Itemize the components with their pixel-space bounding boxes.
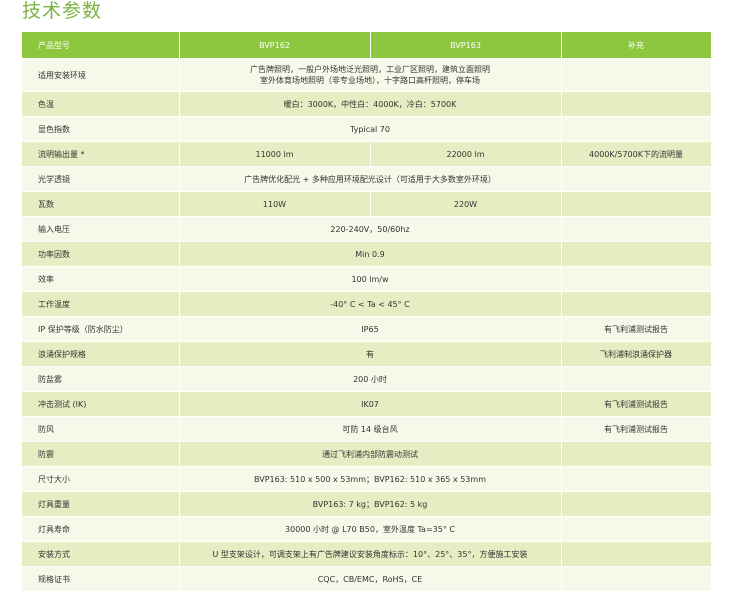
- row-value-bvp163: 22000 lm: [370, 141, 562, 167]
- row-value-bvp162: 11000 lm: [179, 141, 371, 167]
- table-row: 适用安装环境 广告牌照明，一般户外场地泛光照明，工业厂区照明，建筑立面照明 室外体…: [22, 58, 712, 92]
- header-bvp162: BVP162: [179, 32, 371, 59]
- row-note: 有飞利浦测试报告: [561, 391, 712, 417]
- table-row: IP 保护等级（防水防尘） IP65 有飞利浦测试报告: [22, 316, 712, 342]
- table-row: 尺寸大小 BVP163: 510 x 500 x 53mm；BVP162: 510…: [22, 466, 712, 492]
- row-note: 有飞利浦测试报告: [561, 416, 712, 442]
- row-value: IP65: [179, 316, 562, 342]
- table-row: 灯具重量 BVP163: 7 kg；BVP162: 5 kg: [22, 491, 712, 517]
- table-row: 输入电压 220-240V，50/60hz: [22, 216, 712, 242]
- table-row: 防风 可防 14 级台风 有飞利浦测试报告: [22, 416, 712, 442]
- row-label: 安装方式: [22, 541, 180, 567]
- row-note: [561, 566, 712, 592]
- row-label: IP 保护等级（防水防尘）: [22, 316, 180, 342]
- row-value: IK07: [179, 391, 562, 417]
- row-note: 有飞利浦测试报告: [561, 316, 712, 342]
- row-label: 防风: [22, 416, 180, 442]
- row-label: 色温: [22, 91, 180, 117]
- row-label: 流明输出量 *: [22, 141, 180, 167]
- row-note: [561, 91, 712, 117]
- row-value: CQC，CB/EMC，RoHS，CE: [179, 566, 562, 592]
- table-row: 工作温度 -40° C < Ta < 45° C: [22, 291, 712, 317]
- row-value: 暖白：3000K，中性白：4000K，冷白：5700K: [179, 91, 562, 117]
- row-value: U 型支架设计，可调支架上有广告牌建议安装角度标示：10°、25°、35°，方便…: [179, 541, 562, 567]
- row-value: BVP163: 7 kg；BVP162: 5 kg: [179, 491, 562, 517]
- row-label: 灯具寿命: [22, 516, 180, 542]
- table-row: 冲击测试 (IK) IK07 有飞利浦测试报告: [22, 391, 712, 417]
- header-bvp163: BVP163: [370, 32, 562, 59]
- row-label: 防震: [22, 441, 180, 467]
- row-note: [561, 166, 712, 192]
- header-model: 产品型号: [22, 32, 180, 59]
- row-note: [561, 491, 712, 517]
- row-label: 输入电压: [22, 216, 180, 242]
- row-label: 瓦数: [22, 191, 180, 217]
- table-row: 显色指数 Typical 70: [22, 116, 712, 142]
- row-label: 冲击测试 (IK): [22, 391, 180, 417]
- row-note: [561, 116, 712, 142]
- row-value: 30000 小时 @ L70 B50，室外温度 Ta=35° C: [179, 516, 562, 542]
- row-note: [561, 366, 712, 392]
- row-note: 飞利浦制浪涌保护器: [561, 341, 712, 367]
- row-value: Typical 70: [179, 116, 562, 142]
- table-row: 防震 通过飞利浦内部防震动测试: [22, 441, 712, 467]
- row-label: 显色指数: [22, 116, 180, 142]
- row-note: [561, 241, 712, 267]
- row-label: 效率: [22, 266, 180, 292]
- row-value: 可防 14 级台风: [179, 416, 562, 442]
- row-note: [561, 441, 712, 467]
- row-value: BVP163: 510 x 500 x 53mm；BVP162: 510 x 3…: [179, 466, 562, 492]
- row-note: 4000K/5700K下的流明量: [561, 141, 712, 167]
- row-note: [561, 216, 712, 242]
- row-note: [561, 291, 712, 317]
- row-value-bvp162: 110W: [179, 191, 371, 217]
- row-value: 100 lm/w: [179, 266, 562, 292]
- row-label: 规格证书: [22, 566, 180, 592]
- row-value: Min 0.9: [179, 241, 562, 267]
- table-row: 防盐雾 200 小时: [22, 366, 712, 392]
- table-row: 规格证书 CQC，CB/EMC，RoHS，CE: [22, 566, 712, 592]
- table-row: 流明输出量 * 11000 lm 22000 lm 4000K/5700K下的流明量: [22, 141, 712, 167]
- spec-table: 产品型号 BVP162 BVP163 补充 适用安装环境 广告牌照明，一般户外场地…: [22, 32, 712, 592]
- row-value: 220-240V，50/60hz: [179, 216, 562, 242]
- row-note: [561, 516, 712, 542]
- page-title: 技术参数: [22, 0, 103, 22]
- row-value: 通过飞利浦内部防震动测试: [179, 441, 562, 467]
- header-note: 补充: [561, 32, 712, 59]
- row-note: [561, 541, 712, 567]
- row-label: 防盐雾: [22, 366, 180, 392]
- table-row: 光学透镜 广告牌优化配光 + 多种应用环境配光设计（可适用于大多数室外环境）: [22, 166, 712, 192]
- table-row: 色温 暖白：3000K，中性白：4000K，冷白：5700K: [22, 91, 712, 117]
- row-value: -40° C < Ta < 45° C: [179, 291, 562, 317]
- table-row: 灯具寿命 30000 小时 @ L70 B50，室外温度 Ta=35° C: [22, 516, 712, 542]
- row-label: 工作温度: [22, 291, 180, 317]
- row-label: 灯具重量: [22, 491, 180, 517]
- row-note: [561, 466, 712, 492]
- table-row: 功率因数 Min 0.9: [22, 241, 712, 267]
- table-row: 浪涌保护规格有飞利浦制浪涌保护器: [22, 341, 712, 367]
- row-label: 尺寸大小: [22, 466, 180, 492]
- row-label: 浪涌保护规格: [22, 341, 180, 367]
- row-label: 适用安装环境: [22, 58, 180, 92]
- row-value: 有: [179, 341, 562, 367]
- table-row: 安装方式 U 型支架设计，可调支架上有广告牌建议安装角度标示：10°、25°、35…: [22, 541, 712, 567]
- row-label: 光学透镜: [22, 166, 180, 192]
- row-value-bvp163: 220W: [370, 191, 562, 217]
- table-row: 效率 100 lm/w: [22, 266, 712, 292]
- row-value: 广告牌照明，一般户外场地泛光照明，工业厂区照明，建筑立面照明 室外体育场地照明（…: [179, 58, 562, 92]
- row-label: 功率因数: [22, 241, 180, 267]
- table-row: 瓦数 110W 220W: [22, 191, 712, 217]
- row-value: 200 小时: [179, 366, 562, 392]
- row-value: 广告牌优化配光 + 多种应用环境配光设计（可适用于大多数室外环境）: [179, 166, 562, 192]
- row-note: [561, 58, 712, 92]
- row-note: [561, 266, 712, 292]
- row-note: [561, 191, 712, 217]
- table-header-row: 产品型号 BVP162 BVP163 补充: [22, 32, 712, 59]
